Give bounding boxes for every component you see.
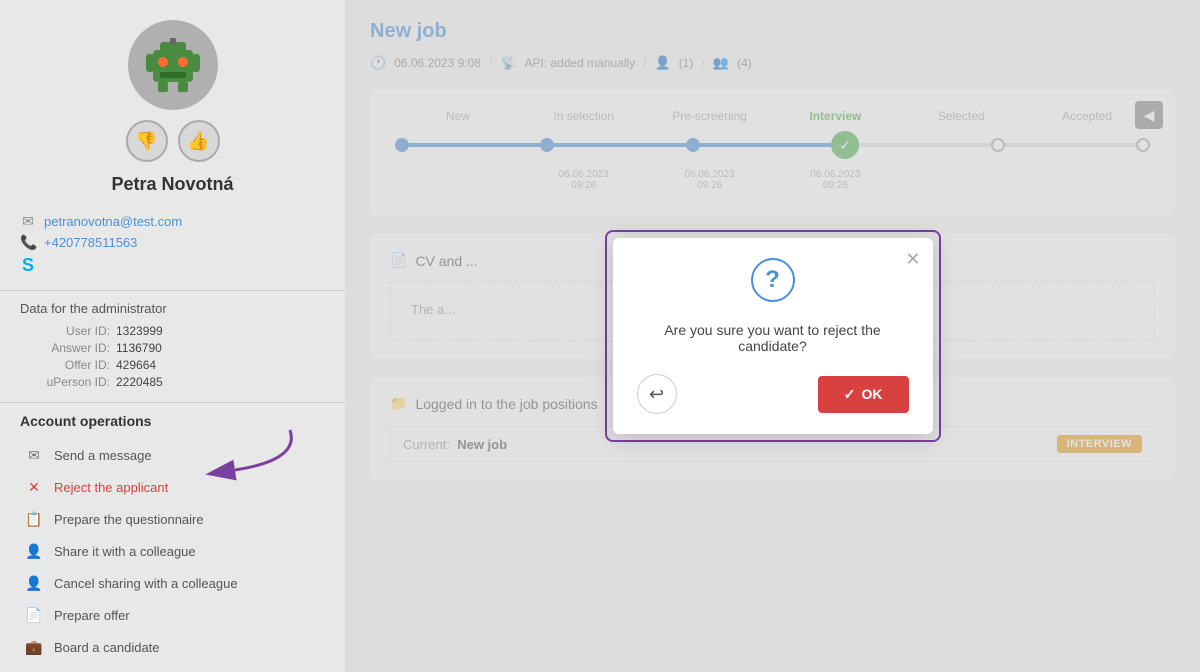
skype-icon: S: [20, 255, 36, 276]
prepare-offer-icon: 📄: [24, 605, 44, 625]
account-operations-section: Account operations ✉ Send a message ✕ Re…: [0, 402, 345, 672]
avatar-section: 👎 👍 Petra Novotná: [0, 0, 345, 213]
contact-info: ✉ petranovotna@test.com 📞 +420778511563 …: [0, 213, 345, 280]
phone-icon: 📞: [20, 234, 36, 251]
email-link[interactable]: petranovotna@test.com: [44, 214, 182, 229]
modal-overlay[interactable]: ? ✕ Are you sure you want to reject the …: [345, 0, 1200, 672]
uperson-id-label: uPerson ID:: [20, 375, 110, 389]
answer-id-row: Answer ID: 1136790: [20, 341, 325, 355]
admin-data-section: Data for the administrator User ID: 1323…: [0, 290, 345, 402]
answer-id-label: Answer ID:: [20, 341, 110, 355]
avatar: [128, 20, 218, 110]
prepare-offer-label: Prepare offer: [54, 608, 130, 623]
envelope-icon: ✉: [24, 445, 44, 465]
email-icon: ✉: [20, 213, 36, 230]
cancel-sharing-label: Cancel sharing with a colleague: [54, 576, 238, 591]
cancel-sharing-icon: 👤: [24, 573, 44, 593]
modal-header: ? ✕: [613, 238, 933, 312]
share-colleague-label: Share it with a colleague: [54, 544, 196, 559]
candidate-name: Petra Novotná: [111, 174, 233, 195]
ok-label: OK: [862, 386, 883, 402]
share-colleague-icon: 👤: [24, 541, 44, 561]
modal-close-button[interactable]: ✕: [905, 250, 920, 268]
offer-id-row: Offer ID: 429664: [20, 358, 325, 372]
reject-applicant-label: Reject the applicant: [54, 480, 168, 495]
back-arrow-icon: ↩: [649, 384, 664, 405]
send-message-item[interactable]: ✉ Send a message: [20, 439, 325, 471]
email-row: ✉ petranovotna@test.com: [20, 213, 325, 230]
modal-body: Are you sure you want to reject the cand…: [613, 312, 933, 374]
phone-row: 📞 +420778511563: [20, 234, 325, 251]
uperson-id-row: uPerson ID: 2220485: [20, 375, 325, 389]
modal-ok-button[interactable]: ✓ OK: [818, 376, 909, 413]
reject-applicant-item[interactable]: ✕ Reject the applicant: [20, 471, 325, 503]
cancel-sharing-item[interactable]: 👤 Cancel sharing with a colleague: [20, 567, 325, 599]
modal-message: Are you sure you want to reject the cand…: [664, 322, 880, 354]
skype-row: S: [20, 255, 325, 276]
offer-id-value: 429664: [116, 358, 156, 372]
board-candidate-label: Board a candidate: [54, 640, 160, 655]
thumb-down-button[interactable]: 👎: [126, 120, 168, 162]
reject-icon: ✕: [24, 477, 44, 497]
questionnaire-icon: 📋: [24, 509, 44, 529]
prepare-offer-item[interactable]: 📄 Prepare offer: [20, 599, 325, 631]
confirm-modal: ? ✕ Are you sure you want to reject the …: [613, 238, 933, 434]
send-message-label: Send a message: [54, 448, 152, 463]
board-candidate-icon: 💼: [24, 637, 44, 657]
user-id-label: User ID:: [20, 324, 110, 338]
modal-back-button[interactable]: ↩: [637, 374, 677, 414]
user-id-row: User ID: 1323999: [20, 324, 325, 338]
share-colleague-item[interactable]: 👤 Share it with a colleague: [20, 535, 325, 567]
main-content: New job 🕐 06.06.2023 9:08 / 📡 API: added…: [345, 0, 1200, 672]
thumbs-section: 👎 👍: [126, 120, 220, 162]
user-id-value: 1323999: [116, 324, 163, 338]
offer-id-label: Offer ID:: [20, 358, 110, 372]
modal-wrapper: ? ✕ Are you sure you want to reject the …: [605, 230, 941, 442]
board-candidate-item[interactable]: 💼 Board a candidate: [20, 631, 325, 663]
admin-data-heading: Data for the administrator: [20, 301, 325, 316]
phone-link[interactable]: +420778511563: [44, 235, 137, 250]
account-ops-heading: Account operations: [20, 413, 325, 429]
checkmark-icon: ✓: [844, 386, 856, 403]
thumb-up-button[interactable]: 👍: [178, 120, 220, 162]
modal-question-icon: ?: [751, 258, 795, 302]
answer-id-value: 1136790: [116, 341, 162, 355]
uperson-id-value: 2220485: [116, 375, 163, 389]
sidebar: 👎 👍 Petra Novotná ✉ petranovotna@test.co…: [0, 0, 345, 672]
prepare-questionnaire-label: Prepare the questionnaire: [54, 512, 204, 527]
prepare-questionnaire-item[interactable]: 📋 Prepare the questionnaire: [20, 503, 325, 535]
modal-footer: ↩ ✓ OK: [613, 374, 933, 434]
